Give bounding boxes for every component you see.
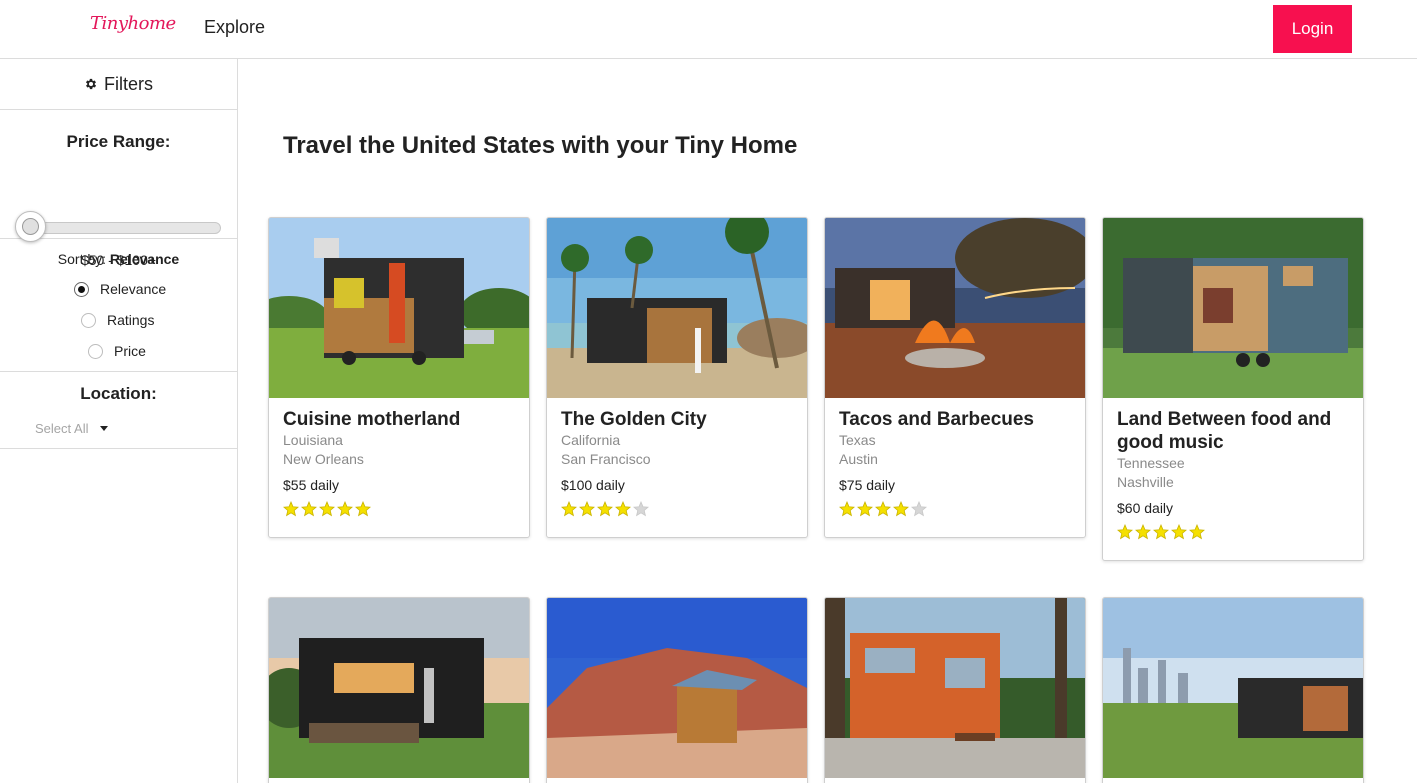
location-section: Location: Select All <box>0 372 237 449</box>
price-range-label: Price Range: <box>66 132 171 151</box>
rating-stars <box>839 501 1071 517</box>
listing-card[interactable]: Tacos and Barbecues Texas Austin $75 dai… <box>824 217 1086 538</box>
login-button[interactable]: Login <box>1273 5 1352 53</box>
star-filled-icon <box>579 501 595 517</box>
listing-image <box>269 218 529 398</box>
location-dropdown[interactable]: Select All <box>35 421 109 436</box>
logo[interactable]: Tinyhome <box>90 13 176 34</box>
listing-image <box>269 598 529 778</box>
sort-option-ratings[interactable]: Ratings <box>81 312 154 328</box>
radio-ratings[interactable] <box>81 312 96 328</box>
star-filled-icon <box>875 501 891 517</box>
sort-option-relevance[interactable]: Relevance <box>74 281 166 297</box>
listing-state: Texas <box>839 432 876 448</box>
price-range-section: Price Range: $50 - $100+ <box>0 110 237 268</box>
filters-sidebar: Filters Price Range: $50 - $100+ Sort by… <box>0 59 238 783</box>
star-filled-icon <box>893 501 909 517</box>
star-filled-icon <box>597 501 613 517</box>
sort-option-label: Price <box>114 343 146 359</box>
listing-image <box>825 218 1085 398</box>
location-label: Location: <box>80 384 157 403</box>
listing-image <box>825 598 1085 778</box>
star-empty-icon <box>633 501 649 517</box>
star-filled-icon <box>355 501 371 517</box>
page-title: Travel the United States with your Tiny … <box>283 132 798 159</box>
listing-price: $100 daily <box>561 477 625 493</box>
star-filled-icon <box>1171 524 1187 540</box>
sort-by-label: Sort by: Relevance <box>0 251 237 267</box>
nav-explore-link[interactable]: Explore <box>204 17 265 38</box>
location-dropdown-value: Select All <box>35 421 89 436</box>
radio-price[interactable] <box>88 343 103 359</box>
listing-city: San Francisco <box>561 451 651 467</box>
caret-down-icon <box>100 426 109 431</box>
price-slider-handle[interactable] <box>15 211 46 242</box>
sort-by-current: Relevance <box>109 251 180 267</box>
star-filled-icon <box>1153 524 1169 540</box>
star-filled-icon <box>319 501 335 517</box>
top-navbar: Tinyhome Explore Login <box>0 0 1417 59</box>
listing-price: $60 daily <box>1117 500 1174 516</box>
listing-state: Louisiana <box>283 432 343 448</box>
rating-stars <box>561 501 793 517</box>
listing-title: Cuisine motherland <box>283 409 461 430</box>
star-filled-icon <box>1117 524 1133 540</box>
star-filled-icon <box>839 501 855 517</box>
star-filled-icon <box>1135 524 1151 540</box>
sort-by-prefix: Sort by: <box>57 251 107 267</box>
listing-image <box>1103 218 1363 398</box>
listing-title: Tacos and Barbecues <box>839 409 1035 430</box>
listing-image <box>547 598 807 778</box>
star-filled-icon <box>301 501 317 517</box>
star-filled-icon <box>615 501 631 517</box>
listing-card[interactable] <box>268 597 530 783</box>
listing-card[interactable]: The Golden City California San Francisco… <box>546 217 808 538</box>
listing-card[interactable] <box>824 597 1086 783</box>
listing-card[interactable]: Cuisine motherland Louisiana New Orleans… <box>268 217 530 538</box>
listing-state: Tennessee <box>1117 455 1185 471</box>
sort-option-label: Ratings <box>107 312 155 328</box>
star-filled-icon <box>283 501 299 517</box>
filters-label: Filters <box>104 73 153 94</box>
radio-relevance[interactable] <box>74 281 89 297</box>
star-filled-icon <box>561 501 577 517</box>
listing-price: $55 daily <box>283 477 340 493</box>
listing-city: New Orleans <box>283 451 364 467</box>
listing-city: Nashville <box>1117 474 1174 490</box>
star-filled-icon <box>1189 524 1205 540</box>
listing-image <box>1103 598 1363 778</box>
gear-icon <box>85 78 97 90</box>
rating-stars <box>1117 524 1349 540</box>
sort-section: Sort by: Relevance Relevance Ratings Pri… <box>0 239 237 372</box>
listing-image <box>547 218 807 398</box>
star-filled-icon <box>857 501 873 517</box>
price-slider-track[interactable] <box>22 222 221 234</box>
listing-title: Land Between food and good music <box>1117 409 1332 453</box>
star-filled-icon <box>337 501 353 517</box>
sort-option-price[interactable]: Price <box>88 343 146 359</box>
listing-state: California <box>561 432 621 448</box>
listing-city: Austin <box>839 451 878 467</box>
listing-price: $75 daily <box>839 477 896 493</box>
filters-header: Filters <box>0 59 237 110</box>
listing-title: The Golden City <box>561 409 707 430</box>
listing-card[interactable]: Land Between food and good music Tenness… <box>1102 217 1364 561</box>
sort-option-label: Relevance <box>100 281 167 297</box>
listing-card[interactable] <box>546 597 808 783</box>
listing-card[interactable] <box>1102 597 1364 783</box>
star-empty-icon <box>911 501 927 517</box>
rating-stars <box>283 501 515 517</box>
